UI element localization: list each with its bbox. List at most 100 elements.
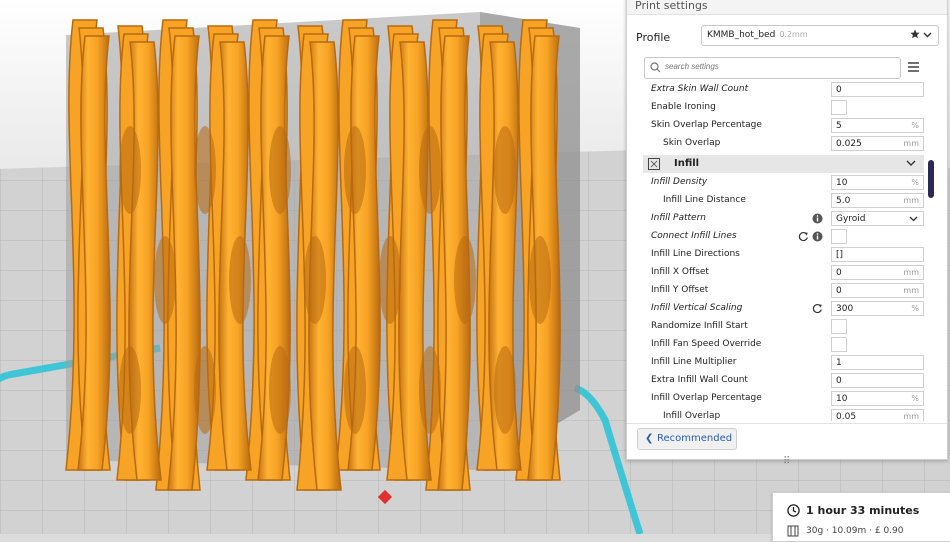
setting-label: Infill Pattern xyxy=(651,213,706,223)
setting-checkbox[interactable] xyxy=(831,337,847,352)
setting-row: Enable Ironing xyxy=(627,99,927,117)
panel-footer: ❮ Recommended xyxy=(627,423,947,460)
setting-value: 5.0 xyxy=(836,196,851,206)
infill-opening xyxy=(194,126,216,214)
setting-row: Infill X Offset 0 mm xyxy=(627,264,927,282)
infill-opening xyxy=(194,346,216,434)
setting-checkbox[interactable] xyxy=(831,319,847,334)
setting-value: 0 xyxy=(836,268,842,278)
setting-row: Infill Pattern Gyroid xyxy=(627,210,927,228)
setting-unit: % xyxy=(911,178,919,187)
setting-input[interactable]: 5.0 mm xyxy=(831,193,924,208)
search-input[interactable] xyxy=(663,61,897,72)
setting-input[interactable]: 0 mm xyxy=(831,265,924,280)
setting-checkbox[interactable] xyxy=(831,100,847,115)
print-settings-panel: Print settings Profile KMMB_hot_bed 0.2mm… xyxy=(626,0,948,460)
category-label: Infill xyxy=(674,158,700,169)
setting-icons xyxy=(798,231,824,243)
setting-select[interactable]: Gyroid xyxy=(831,211,924,226)
profile-label: Profile xyxy=(636,31,671,44)
infill-opening xyxy=(119,126,141,214)
recommended-button[interactable]: ❮ Recommended xyxy=(637,428,737,450)
setting-row: Infill Overlap 0.05 mm xyxy=(627,408,927,421)
panel-drag-handle[interactable]: ⠿ xyxy=(783,456,790,467)
setting-row: Infill Overlap Percentage 10% xyxy=(627,390,927,408)
setting-row: Extra Skin Wall Count 0 xyxy=(627,81,927,99)
chevron-down-icon[interactable] xyxy=(906,158,916,168)
setting-unit: % xyxy=(911,304,919,313)
setting-input[interactable]: 10% xyxy=(831,175,924,190)
setting-value: 10 xyxy=(836,178,848,188)
setting-input[interactable]: 300% xyxy=(831,301,924,316)
setting-row: Extra Infill Wall Count 0 xyxy=(627,372,927,390)
setting-label: Extra Skin Wall Count xyxy=(651,84,749,94)
profile-value: KMMB_hot_bed xyxy=(707,30,776,40)
setting-value: Gyroid xyxy=(836,214,866,224)
setting-value: 0.025 xyxy=(836,139,862,149)
setting-input[interactable]: [] xyxy=(831,247,924,262)
setting-row: Randomize Infill Start xyxy=(627,318,927,336)
infill-opening xyxy=(529,236,551,324)
chevron-down-icon xyxy=(909,216,918,222)
profile-layer-height: 0.2mm xyxy=(779,30,808,39)
info-icon[interactable] xyxy=(812,231,823,242)
setting-label: Infill Density xyxy=(651,177,708,187)
infill-opening xyxy=(419,346,441,434)
setting-input[interactable]: 0 xyxy=(831,82,924,97)
setting-row: Infill Line Multiplier 1 xyxy=(627,354,927,372)
setting-input[interactable]: 10% xyxy=(831,391,924,406)
setting-row: Infill Density 10% xyxy=(627,174,927,192)
setting-value: 0.05 xyxy=(836,412,857,421)
setting-value: 10 xyxy=(836,394,848,404)
infill-opening xyxy=(269,126,291,214)
setting-input[interactable]: 0 xyxy=(831,373,924,388)
setting-label: Connect Infill Lines xyxy=(651,231,737,241)
setting-input[interactable]: 0 mm xyxy=(831,283,924,298)
infill-opening xyxy=(454,236,476,324)
category-infill[interactable]: Infill xyxy=(643,155,924,173)
infill-opening xyxy=(494,126,516,214)
reset-icon[interactable] xyxy=(798,231,809,242)
chevron-down-icon[interactable] xyxy=(923,30,932,39)
infill-opening xyxy=(269,346,291,434)
setting-input[interactable]: 5% xyxy=(831,118,924,133)
setting-input[interactable]: 0.05 mm xyxy=(831,409,924,421)
panel-title: Print settings xyxy=(627,0,947,15)
setting-value: 0 xyxy=(836,85,842,95)
print-estimate[interactable]: 1 hour 33 minutes 30g · 10.09m · £ 0.90 xyxy=(772,492,950,542)
gyroid-infill-model[interactable] xyxy=(65,19,561,491)
setting-label: Infill Y Offset xyxy=(651,285,709,295)
setting-row: Infill Y Offset 0 mm xyxy=(627,282,927,300)
star-icon[interactable] xyxy=(910,29,920,39)
infill-opening xyxy=(494,346,516,434)
chevron-left-icon: ❮ xyxy=(645,433,654,444)
setting-checkbox[interactable] xyxy=(831,229,847,244)
search-box[interactable] xyxy=(644,57,901,79)
setting-row: Skin Overlap Percentage 5% xyxy=(627,117,927,135)
material-estimate: 30g · 10.09m · £ 0.90 xyxy=(806,526,904,536)
setting-label: Infill X Offset xyxy=(651,267,709,277)
infill-opening xyxy=(344,126,366,214)
profile-row: Profile KMMB_hot_bed 0.2mm xyxy=(627,21,947,53)
infill-opening xyxy=(379,236,401,324)
info-icon[interactable] xyxy=(812,213,823,224)
infill-opening xyxy=(154,236,176,324)
profile-select[interactable]: KMMB_hot_bed 0.2mm xyxy=(701,25,939,46)
settings-scrollbar[interactable] xyxy=(928,160,934,198)
setting-label: Infill Line Multiplier xyxy=(651,357,737,367)
setting-value: 5 xyxy=(836,121,842,131)
settings-menu-icon[interactable] xyxy=(908,60,919,74)
setting-label: Randomize Infill Start xyxy=(651,321,748,331)
setting-label: Infill Line Directions xyxy=(651,249,740,259)
setting-row: Skin Overlap 0.025 mm xyxy=(627,135,927,153)
setting-label: Infill Overlap Percentage xyxy=(651,393,762,403)
setting-value: [] xyxy=(836,250,844,260)
infill-opening xyxy=(229,236,251,324)
setting-input[interactable]: 0.025 mm xyxy=(831,136,924,151)
reset-icon[interactable] xyxy=(812,303,823,314)
setting-value: 1 xyxy=(836,358,842,368)
setting-row: Infill Line Distance 5.0 mm xyxy=(627,192,927,210)
setting-label: Infill Line Distance xyxy=(663,195,746,205)
setting-label: Infill Overlap xyxy=(663,411,721,421)
setting-input[interactable]: 1 xyxy=(831,355,924,370)
